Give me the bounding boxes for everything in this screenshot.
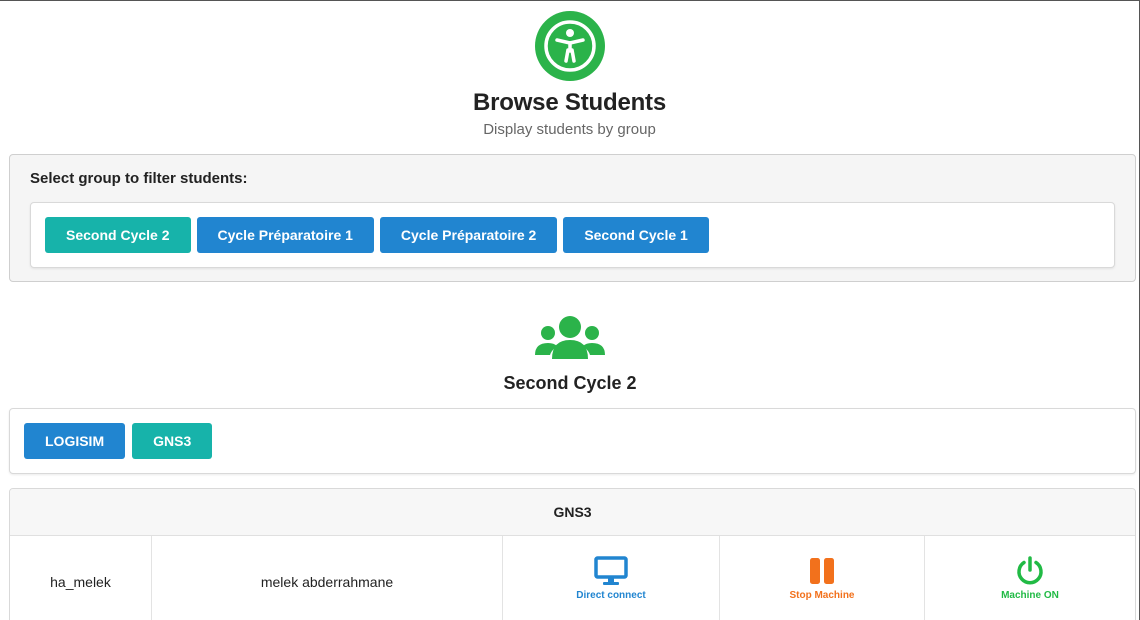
- group-filter-panel: Select group to filter students: Second …: [9, 154, 1136, 282]
- filter-label: Select group to filter students:: [30, 170, 248, 187]
- direct-connect-button[interactable]: Direct connect: [576, 555, 646, 601]
- page-subtitle: Display students by group: [483, 121, 656, 138]
- software-button-gns3[interactable]: GNS3: [132, 423, 213, 459]
- group-button-cycle-preparatoire-1[interactable]: Cycle Préparatoire 1: [196, 217, 374, 253]
- group-button-second-cycle-2[interactable]: Second Cycle 2: [45, 217, 191, 253]
- group-button-bar: Second Cycle 2 Cycle Préparatoire 1 Cycl…: [30, 202, 1115, 268]
- machine-on-button[interactable]: Machine ON: [1001, 555, 1059, 601]
- direct-connect-cell: Direct connect: [503, 536, 720, 620]
- software-button-bar: LOGISIM GNS3: [9, 408, 1136, 474]
- selected-group-header: Second Cycle 2: [0, 315, 1140, 394]
- machine-on-label: Machine ON: [1001, 589, 1059, 601]
- student-username: ha_melek: [10, 536, 152, 620]
- selected-group-title: Second Cycle 2: [503, 373, 637, 393]
- pause-icon: [809, 557, 834, 584]
- group-button-second-cycle-1[interactable]: Second Cycle 1: [563, 217, 709, 253]
- software-button-logisim[interactable]: LOGISIM: [24, 423, 126, 459]
- power-icon: [1017, 555, 1043, 584]
- stop-machine-cell: Stop Machine: [720, 536, 925, 620]
- monitor-icon: [594, 555, 628, 585]
- stop-machine-button[interactable]: Stop Machine: [789, 556, 855, 601]
- group-button-cycle-preparatoire-2[interactable]: Cycle Préparatoire 2: [379, 217, 558, 253]
- student-full-name: melek abderrahmane: [152, 536, 503, 620]
- students-table: GNS3 ha_melek melek abderrahmane Direct …: [9, 488, 1136, 620]
- page-header: Browse Students Display students by grou…: [0, 1, 1139, 138]
- machine-status-cell: Machine ON: [925, 536, 1135, 620]
- direct-connect-label: Direct connect: [576, 589, 646, 601]
- table-header: GNS3: [10, 489, 1135, 536]
- accessibility-icon: [534, 11, 605, 81]
- users-icon: [535, 316, 605, 359]
- table-row: ha_melek melek abderrahmane Direct conne…: [10, 536, 1135, 620]
- stop-machine-label: Stop Machine: [789, 589, 855, 601]
- page-title: Browse Students: [472, 89, 667, 116]
